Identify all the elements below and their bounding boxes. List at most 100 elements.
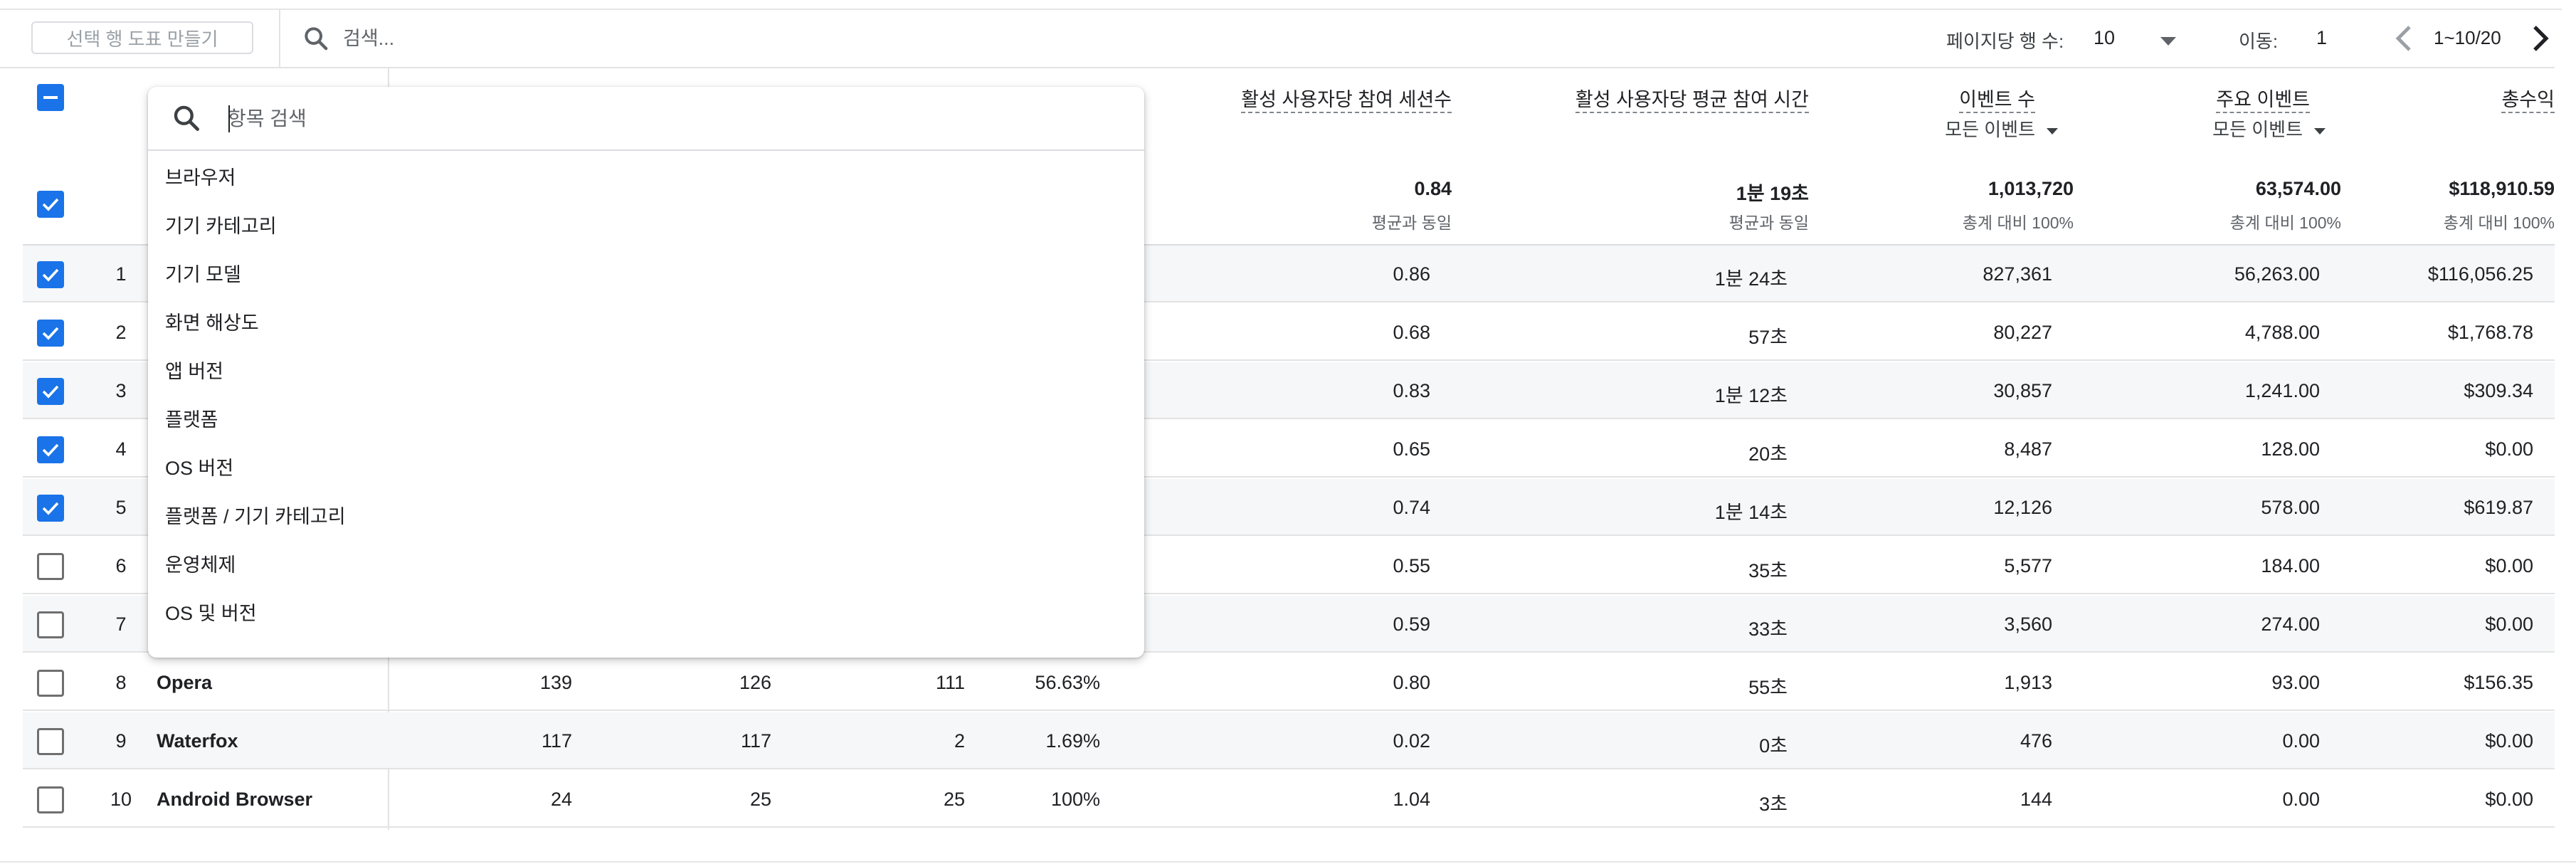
row-checkbox[interactable] (37, 320, 64, 347)
goto-page-label: 이동: (2239, 31, 2279, 52)
goto-page-input[interactable]: 1 (2316, 27, 2327, 49)
cell-metric-4: 100% (1050, 789, 1100, 810)
dimension-search-input[interactable] (228, 104, 1082, 134)
cell-sessions-per-user: 0.65 (1393, 438, 1430, 460)
cell-total-revenue: $309.34 (2464, 380, 2533, 401)
cell-sessions-per-user: 0.55 (1393, 555, 1430, 576)
select-all-checkbox[interactable] (37, 84, 64, 111)
totals-checkbox[interactable] (37, 191, 64, 218)
header-avg-engagement-time[interactable]: 활성 사용자당 평균 참여 시간 (1575, 84, 1809, 113)
plot-rows-button[interactable]: 선택 행 도표 만들기 (31, 21, 253, 54)
cell-total-revenue: $0.00 (2485, 730, 2533, 752)
row-index: 2 (115, 322, 127, 343)
cell-metric-4: 56.63% (1035, 672, 1100, 693)
row-checkbox[interactable] (37, 261, 64, 288)
cell-key-events: 56,263.00 (2234, 263, 2320, 285)
cell-total-revenue: $0.00 (2485, 555, 2533, 576)
cell-avg-engagement-time: 1분 14초 (1714, 502, 1788, 523)
dimension-option[interactable]: 앱 버전 (165, 356, 223, 384)
cell-key-events: 0.00 (2282, 730, 2320, 752)
cell-metric-3: 111 (935, 672, 965, 693)
cell-sessions-per-user: 0.86 (1393, 263, 1430, 285)
row-index: 5 (115, 497, 127, 518)
cell-event-count: 80,227 (1993, 322, 2052, 343)
header-event-count[interactable]: 이벤트 수 (1959, 84, 2035, 113)
header-total-revenue[interactable]: 총수익 (2501, 84, 2555, 113)
total-sessions-per-user-note: 평균과 동일 (1371, 214, 1452, 232)
table-search-input[interactable] (343, 24, 770, 53)
bottom-divider (0, 861, 2576, 863)
cell-event-count: 12,126 (1993, 497, 2052, 518)
cell-event-count: 3,560 (2004, 613, 2052, 635)
rows-per-page-dropdown-icon[interactable] (2160, 37, 2176, 46)
row-checkbox[interactable] (37, 611, 64, 638)
total-key-events: 63,574.00 (2255, 178, 2341, 199)
cell-avg-engagement-time: 3초 (1759, 794, 1788, 815)
cell-total-revenue: $0.00 (2485, 438, 2533, 460)
table-row[interactable]: 8 Opera 139 126 111 56.63% 0.80 55초 1,91… (23, 654, 2555, 711)
cell-metric-2: 25 (749, 789, 771, 810)
cell-sessions-per-user: 0.83 (1393, 380, 1430, 401)
cell-event-count: 30,857 (1993, 380, 2052, 401)
row-index: 8 (115, 672, 127, 693)
dimension-option[interactable]: 플랫폼 / 기기 카테고리 (165, 501, 346, 529)
table-row[interactable]: 10 Android Browser 24 25 25 100% 1.04 3초… (23, 771, 2555, 828)
header-sessions-per-user[interactable]: 활성 사용자당 참여 세션수 (1241, 84, 1452, 113)
cell-total-revenue: $156.35 (2464, 672, 2533, 693)
total-sessions-per-user: 0.84 (1414, 178, 1452, 199)
cell-key-events: 1,241.00 (2244, 380, 2320, 401)
row-checkbox[interactable] (37, 786, 64, 813)
cell-total-revenue: $0.00 (2485, 789, 2533, 810)
row-checkbox[interactable] (37, 436, 64, 463)
dimension-option[interactable]: 기기 모델 (165, 259, 241, 287)
dimension-option[interactable]: OS 버전 (165, 453, 233, 480)
pagination-range: 1~10/20 (2434, 27, 2501, 48)
total-key-events-note: 총계 대비 100% (2229, 214, 2341, 232)
dropdown-arrow-icon (2047, 127, 2058, 135)
dimension-option[interactable]: 화면 해상도 (165, 307, 259, 335)
cell-sessions-per-user: 0.59 (1393, 613, 1430, 635)
dimension-option[interactable]: 운영체제 (165, 549, 236, 577)
chevron-left-icon[interactable] (2391, 23, 2419, 54)
rows-per-page-select[interactable]: 10 (2094, 27, 2115, 49)
cell-sessions-per-user: 1.04 (1393, 789, 1430, 810)
cell-event-count: 5,577 (2004, 555, 2052, 576)
event-count-filter-dropdown[interactable]: 모든 이벤트 (1945, 115, 2058, 142)
search-icon (174, 105, 199, 131)
dimension-option[interactable]: 브라우저 (165, 162, 236, 190)
cell-key-events: 128.00 (2261, 438, 2320, 460)
cell-event-count: 1,913 (2004, 672, 2052, 693)
row-checkbox[interactable] (37, 728, 64, 755)
toolbar-divider (279, 10, 280, 67)
dropdown-arrow-icon (2314, 127, 2326, 135)
row-checkbox[interactable] (37, 553, 64, 580)
total-event-count: 1,013,720 (1988, 178, 2074, 199)
row-index: 9 (115, 730, 127, 752)
cell-key-events: 4,788.00 (2244, 322, 2320, 343)
total-avg-engagement-time-note: 평균과 동일 (1728, 214, 1809, 232)
row-checkbox[interactable] (37, 670, 64, 697)
total-event-count-note: 총계 대비 100% (1962, 214, 2074, 232)
cell-key-events: 0.00 (2282, 789, 2320, 810)
row-dimension-value: Opera (157, 672, 213, 693)
cell-metric-1: 24 (550, 789, 572, 810)
cell-key-events: 274.00 (2261, 613, 2320, 635)
dimension-option[interactable]: 플랫폼 (165, 404, 218, 432)
row-checkbox[interactable] (37, 495, 64, 522)
cell-avg-engagement-time: 1분 24초 (1714, 268, 1788, 290)
dimension-option[interactable]: OS 및 버전 (165, 598, 257, 626)
cell-total-revenue: $0.00 (2485, 613, 2533, 635)
chevron-right-icon[interactable] (2525, 23, 2553, 54)
cell-avg-engagement-time: 33초 (1748, 618, 1788, 640)
row-index: 4 (115, 438, 127, 460)
table-row[interactable]: 9 Waterfox 117 117 2 1.69% 0.02 0초 476 0… (23, 712, 2555, 769)
dimension-option[interactable]: 기기 카테고리 (165, 211, 277, 238)
cell-metric-2: 126 (739, 672, 771, 693)
row-index: 10 (110, 789, 132, 810)
row-checkbox[interactable] (37, 378, 64, 405)
cell-sessions-per-user: 0.80 (1393, 672, 1430, 693)
panel-divider (148, 149, 1144, 151)
header-key-events[interactable]: 주요 이벤트 (2216, 84, 2310, 113)
total-avg-engagement-time: 1분 19초 (1736, 183, 1809, 204)
key-events-filter-dropdown[interactable]: 모든 이벤트 (2212, 115, 2326, 142)
